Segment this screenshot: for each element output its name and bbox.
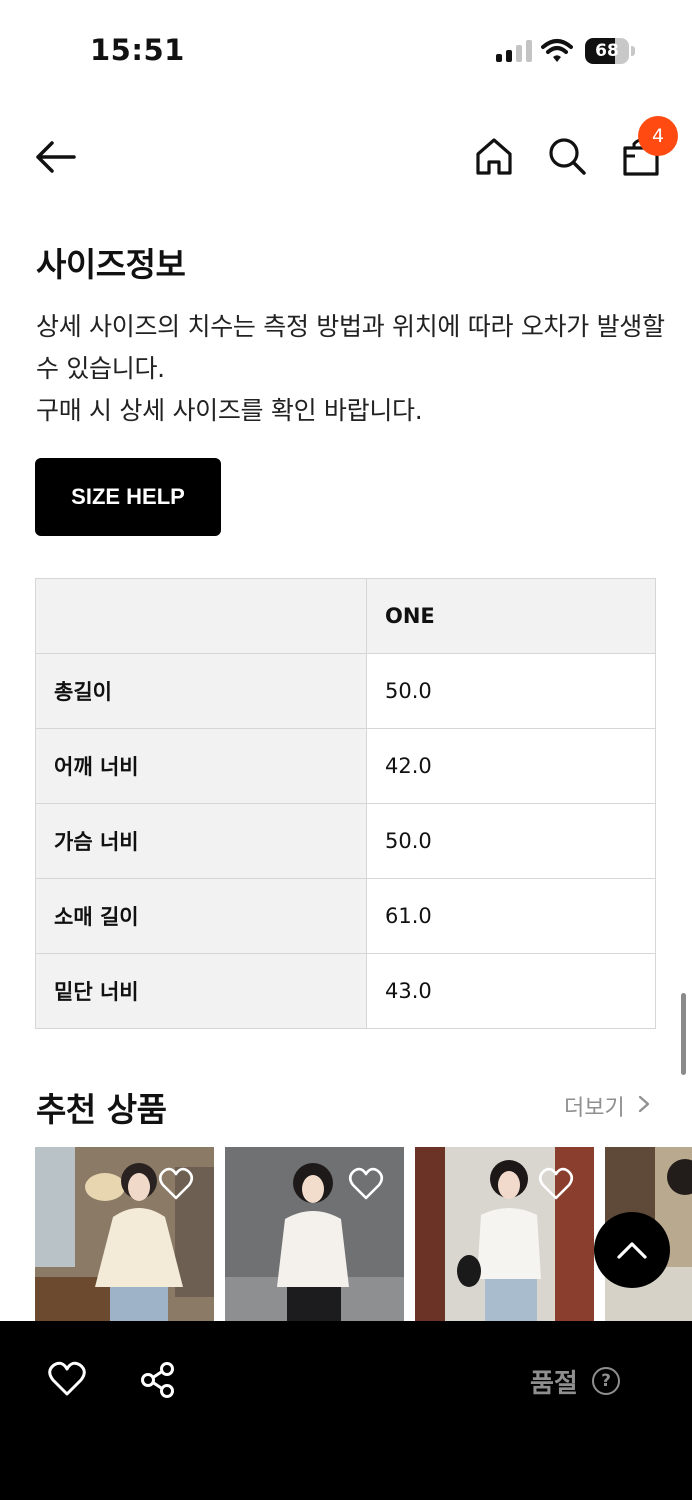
cart-count-badge: 4	[638, 116, 678, 156]
size-table: ONE 총길이 50.0 어깨 너비 42.0 가슴 너비 50.0 소매 길이…	[35, 578, 656, 1029]
size-row-label: 밑단 너비	[35, 953, 367, 1029]
size-help-button[interactable]: SIZE HELP	[35, 458, 221, 536]
see-more-link[interactable]: 더보기	[564, 1090, 625, 1122]
back-arrow-icon[interactable]	[30, 135, 82, 179]
size-row-value: 50.0	[366, 653, 656, 729]
table-row: 총길이 50.0	[35, 653, 656, 729]
cellular-signal-icon	[496, 40, 532, 62]
size-row-label: 어깨 너비	[35, 728, 367, 804]
size-row-value: 43.0	[366, 953, 656, 1029]
chevron-right-icon[interactable]	[636, 1094, 652, 1114]
recommend-carousel[interactable]	[0, 1147, 692, 1321]
heart-icon[interactable]	[47, 1361, 87, 1397]
product-card[interactable]	[225, 1147, 404, 1321]
heart-icon[interactable]	[348, 1167, 384, 1201]
battery-icon: 68	[585, 38, 635, 64]
size-description-line: 상세 사이즈의 치수는 측정 방법과 위치에 따라 오차가 발생할 수 있습니다…	[36, 312, 665, 383]
home-icon[interactable]	[472, 134, 516, 178]
table-row: 어깨 너비 42.0	[35, 728, 656, 804]
product-card[interactable]	[35, 1147, 214, 1321]
table-row: 소매 길이 61.0	[35, 878, 656, 954]
sold-out-label: 품절	[530, 1369, 578, 1399]
heart-icon[interactable]	[538, 1167, 574, 1201]
help-circle-icon[interactable]: ?	[592, 1367, 620, 1395]
table-row: 가슴 너비 50.0	[35, 803, 656, 879]
status-bar: 15:51 68	[0, 0, 692, 100]
heart-icon[interactable]	[158, 1167, 194, 1201]
battery-level: 68	[595, 41, 619, 61]
size-table-header-row: ONE	[35, 578, 656, 654]
size-row-value: 61.0	[366, 878, 656, 954]
wifi-icon	[541, 39, 573, 62]
recommend-title: 추천 상품	[36, 1090, 167, 1129]
size-info-title: 사이즈정보	[36, 245, 186, 284]
size-row-value: 50.0	[366, 803, 656, 879]
size-description-line: 구매 시 상세 사이즈를 확인 바랍니다.	[36, 396, 423, 425]
share-icon[interactable]	[139, 1361, 177, 1399]
table-row: 밑단 너비 43.0	[35, 953, 656, 1029]
size-row-label: 가슴 너비	[35, 803, 367, 879]
size-row-label: 총길이	[35, 653, 367, 729]
status-time: 15:51	[90, 33, 185, 67]
chevron-up-icon	[617, 1242, 647, 1259]
bottom-action-bar: 품절 ?	[0, 1321, 692, 1500]
size-table-header-cell	[35, 578, 367, 654]
size-info-description: 상세 사이즈의 치수는 측정 방법과 위치에 따라 오차가 발생할 수 있습니다…	[36, 306, 666, 432]
size-row-label: 소매 길이	[35, 878, 367, 954]
size-table-header-cell: ONE	[366, 578, 656, 654]
search-icon[interactable]	[545, 134, 589, 178]
size-row-value: 42.0	[366, 728, 656, 804]
product-card[interactable]	[415, 1147, 594, 1321]
page-scrollbar[interactable]	[681, 993, 686, 1075]
scroll-to-top-button[interactable]	[594, 1212, 670, 1288]
